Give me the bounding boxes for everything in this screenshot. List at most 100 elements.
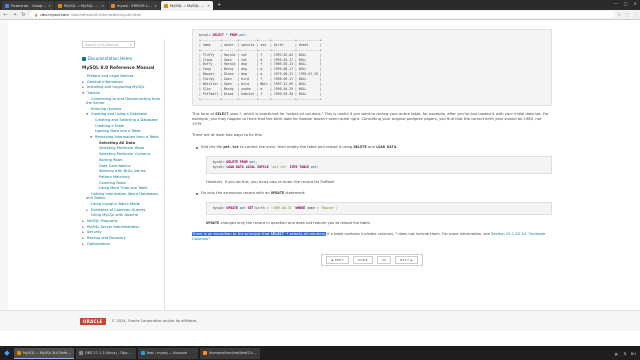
sidebar-item[interactable]: Connecting to and Disconnecting from the… bbox=[80, 97, 164, 107]
sidebar-item-label: Loading Data into a Table bbox=[95, 129, 141, 134]
browser-tab-strip: Развитие - Google Докум... ✕ MySQL :: My… bbox=[0, 0, 640, 10]
browser-tab-active[interactable]: MySQL :: MySQL 8.0 Referen... ✕ bbox=[161, 1, 213, 10]
close-tab-icon[interactable]: ✕ bbox=[154, 4, 157, 8]
inline-code: UPDATE bbox=[206, 220, 220, 225]
volume-icon[interactable]: 🔈 bbox=[615, 351, 620, 356]
minimize-icon[interactable]: — bbox=[614, 1, 618, 6]
sidebar-item-label: Creating and Selecting a Database bbox=[95, 118, 158, 123]
list-item-text: Edit the file pet.txt to correct the err… bbox=[201, 145, 397, 150]
browser-app-icon bbox=[17, 350, 21, 355]
manual-title: MySQL 8.0 Reference Manual bbox=[82, 66, 155, 71]
browser-tab[interactable]: Развитие - Google Докум... ✕ bbox=[2, 1, 54, 10]
tab-title: MySQL :: MySQL 8.0 Referen... bbox=[64, 3, 99, 8]
home-link-label: Documentation Home bbox=[88, 56, 132, 61]
address-toolbar: ← → ↻ 🔒 dev.mysql.com/doc/refman/8.0/en/… bbox=[0, 10, 640, 20]
text: changes only the record in question and … bbox=[219, 220, 371, 225]
stackoverflow-favicon-icon bbox=[111, 3, 115, 8]
sidebar-item[interactable]: ► Optimization bbox=[80, 242, 164, 248]
tab-title: Развитие - Google Докум... bbox=[11, 3, 46, 8]
list-item: Edit the file pet.txt to correct the err… bbox=[196, 145, 552, 150]
sidebar-item-label: Optimization bbox=[87, 241, 110, 246]
sidebar-item-label: Creating a Table bbox=[95, 123, 125, 128]
text: There is an exception to the principle t… bbox=[192, 232, 271, 237]
reload-icon[interactable]: ↻ bbox=[21, 12, 26, 18]
os-taskbar: ◆ MySQL :: MySQL 8.0 Reference M... OBS … bbox=[0, 346, 640, 360]
menu-icon[interactable]: ⋮ bbox=[633, 12, 637, 17]
code-prompt: mysql> bbox=[213, 205, 225, 210]
taskbar-item[interactable]: test : mysql — Konsole bbox=[138, 347, 198, 359]
sidebar-item-label: Preface and Legal Notices bbox=[87, 74, 134, 78]
code-prompt: mysql> bbox=[213, 159, 225, 164]
text: Edit the file bbox=[201, 144, 224, 149]
taskbar-item-label: /home/wilner/test/test2.txt - Subl... bbox=[209, 351, 257, 355]
oracle-logo[interactable]: ORACLE bbox=[80, 317, 106, 325]
obs-app-icon bbox=[79, 351, 83, 355]
browser-tab[interactable]: MySQL :: MySQL 8.0 Referen... ✕ bbox=[55, 1, 107, 10]
close-tab-icon[interactable]: ✕ bbox=[48, 4, 51, 8]
sidebar-item[interactable]: Getting Information About Databases and … bbox=[80, 192, 164, 202]
tab-title: MySQL :: MySQL 8.0 Referen... bbox=[170, 3, 205, 8]
bullet-dot bbox=[196, 146, 198, 149]
sidebar-item-label: Counting Rows bbox=[99, 180, 126, 185]
taskbar-item-label: OBS 27.1.3 (linux) - Профиль: Без... bbox=[85, 351, 133, 355]
paragraph-update-note: UPDATE changes only the record in questi… bbox=[206, 221, 552, 226]
sidebar-item-label: Backup and Recovery bbox=[87, 236, 126, 241]
sidebar-item-label: Using MySQL with Apache bbox=[91, 213, 138, 218]
result-table: +----------+--------+---------+------+--… bbox=[199, 37, 322, 101]
forward-arrow-icon[interactable]: → bbox=[12, 12, 17, 18]
taskbar-item[interactable]: /home/wilner/test/test2.txt - Subl... bbox=[200, 347, 260, 359]
code-keyword: WHERE bbox=[293, 205, 306, 210]
url-host: dev.mysql.com bbox=[40, 12, 69, 17]
list-item: Fix only the erroneous record with an UP… bbox=[196, 191, 552, 196]
start-menu-icon[interactable]: ◆ bbox=[2, 348, 12, 358]
new-tab-button[interactable]: + bbox=[217, 1, 221, 10]
sidebar-item-label: Pattern Matching bbox=[99, 174, 130, 179]
network-icon[interactable]: ⇅ bbox=[623, 351, 626, 356]
url-path: /doc/refman/8.0/en/selecting-all.html bbox=[70, 12, 142, 17]
code-string: 'pet.txt' bbox=[268, 164, 288, 169]
paragraph-fix-ways: There are at least two ways to fix this: bbox=[192, 133, 263, 138]
sidebar-item-label: Examples of Common Queries bbox=[91, 207, 146, 212]
code-text: name = bbox=[305, 205, 321, 210]
inline-code: DELETE bbox=[353, 144, 367, 149]
prev-page-button[interactable]: ◄ PREV HOME UP NEXT ► bbox=[320, 254, 424, 267]
code-prompt: mysql> bbox=[199, 33, 211, 37]
text: and bbox=[366, 144, 377, 149]
close-window-icon[interactable]: ✕ bbox=[634, 1, 637, 6]
google-docs-favicon-icon bbox=[5, 3, 9, 8]
code-string: 'Bowser' bbox=[320, 205, 336, 210]
code-keyword: UPDATE bbox=[224, 205, 238, 210]
extensions-icon[interactable]: ⬚ bbox=[625, 12, 629, 17]
inline-code: UPDATE bbox=[270, 190, 285, 195]
search-icon[interactable]: ⌕ bbox=[130, 42, 132, 47]
url-field[interactable]: 🔒 dev.mysql.com/doc/refman/8.0/en/select… bbox=[30, 11, 614, 18]
search-input[interactable]: Search this Manual ⌕ bbox=[82, 41, 135, 48]
maximize-icon[interactable]: ▢ bbox=[624, 1, 628, 6]
inline-code: LOAD DATA bbox=[376, 144, 397, 149]
code-keyword: SELECT bbox=[212, 33, 224, 37]
bookmark-star-icon[interactable]: ☆ bbox=[618, 12, 622, 17]
sidebar-item-label: Entering Queries bbox=[91, 106, 122, 111]
code-example-update: mysql> UPDATE pet SET birth = '1989-08-3… bbox=[206, 201, 552, 215]
main-content: mysql> SELECT * FROM pet; +----------+--… bbox=[192, 29, 552, 331]
taskbar-item-label: MySQL :: MySQL 8.0 Reference M... bbox=[23, 350, 71, 355]
taskbar-item[interactable]: MySQL :: MySQL 8.0 Reference M... bbox=[14, 347, 74, 359]
mysql-favicon-icon bbox=[164, 3, 168, 8]
selected-text[interactable]: There is an exception to the principle t… bbox=[192, 232, 326, 237]
sidebar-item-label: Selecting Particular Columns bbox=[99, 152, 151, 157]
taskbar-item[interactable]: OBS 27.1.3 (linux) - Профиль: Без... bbox=[76, 347, 136, 359]
documentation-home-link[interactable]: Documentation Home bbox=[82, 56, 164, 61]
browser-tab[interactable]: mysql - ERROR: Loading loc... ✕ bbox=[108, 1, 160, 10]
sidebar-item-label: General Information bbox=[87, 79, 124, 84]
inline-code: SELECT bbox=[215, 111, 229, 116]
lock-icon: 🔒 bbox=[34, 12, 39, 17]
sidebar-item-label: Installing and Upgrading MySQL bbox=[87, 85, 145, 90]
code-keyword: LOAD DATA LOCAL INFILE bbox=[224, 164, 269, 169]
nav-label: NEXT ► bbox=[395, 256, 419, 265]
close-tab-icon[interactable]: ✕ bbox=[207, 4, 210, 8]
close-tab-icon[interactable]: ✕ bbox=[101, 4, 104, 8]
back-arrow-icon[interactable]: ← bbox=[3, 12, 8, 18]
text: selects all columns. bbox=[288, 232, 326, 237]
sidebar-item-label: Working with NULL Values bbox=[99, 169, 146, 174]
keyboard-layout-indicator[interactable]: RU bbox=[631, 351, 636, 356]
